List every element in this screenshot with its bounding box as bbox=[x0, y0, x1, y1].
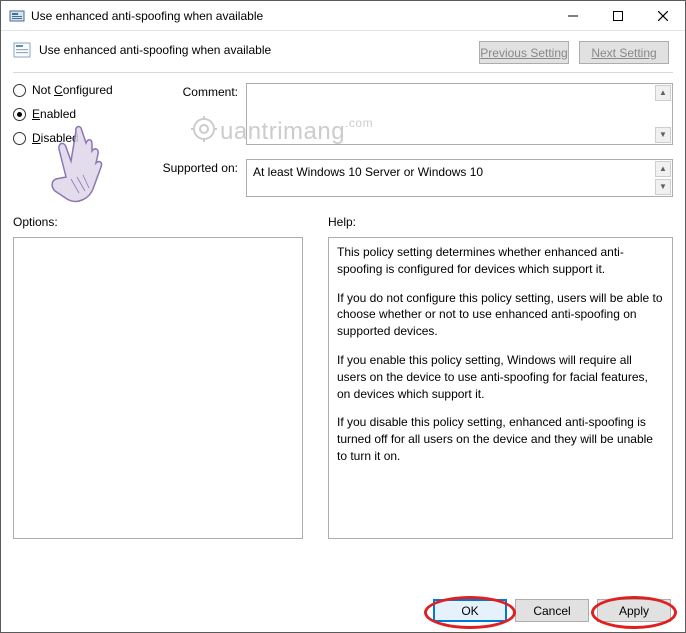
radio-label: Not Configured bbox=[32, 83, 113, 97]
radio-icon bbox=[13, 108, 26, 121]
radio-icon bbox=[13, 132, 26, 145]
supported-textarea: At least Windows 10 Server or Windows 10… bbox=[246, 159, 673, 197]
help-paragraph: If you enable this policy setting, Windo… bbox=[337, 352, 664, 402]
ok-button[interactable]: OK bbox=[433, 599, 507, 622]
maximize-button[interactable] bbox=[595, 1, 640, 31]
next-setting-button[interactable]: Next Setting bbox=[579, 41, 669, 64]
minimize-button[interactable] bbox=[550, 1, 595, 31]
help-paragraph: If you do not configure this policy sett… bbox=[337, 290, 664, 340]
comment-label: Comment: bbox=[158, 83, 238, 145]
options-box bbox=[13, 237, 303, 539]
scroll-down-icon[interactable]: ▼ bbox=[655, 127, 671, 143]
help-paragraph: This policy setting determines whether e… bbox=[337, 244, 664, 278]
help-label: Help: bbox=[328, 215, 673, 229]
radio-label: Enabled bbox=[32, 107, 76, 121]
radio-enabled[interactable]: Enabled bbox=[13, 107, 148, 121]
options-label: Options: bbox=[13, 215, 303, 229]
policy-icon bbox=[13, 41, 31, 59]
scroll-up-icon[interactable]: ▲ bbox=[655, 161, 671, 177]
titlebar: Use enhanced anti-spoofing when availabl… bbox=[1, 1, 685, 31]
help-paragraph: If you disable this policy setting, enha… bbox=[337, 414, 664, 464]
scroll-down-icon[interactable]: ▼ bbox=[655, 179, 671, 195]
close-button[interactable] bbox=[640, 1, 685, 31]
policy-title: Use enhanced anti-spoofing when availabl… bbox=[39, 43, 467, 57]
window-title: Use enhanced anti-spoofing when availabl… bbox=[31, 9, 550, 23]
help-box: This policy setting determines whether e… bbox=[328, 237, 673, 539]
dialog-buttons: OK Cancel Apply bbox=[433, 599, 671, 622]
radio-not-configured[interactable]: Not Configured bbox=[13, 83, 148, 97]
apply-button[interactable]: Apply bbox=[597, 599, 671, 622]
radio-icon bbox=[13, 84, 26, 97]
radio-label: Disabled bbox=[32, 131, 79, 145]
divider bbox=[13, 72, 673, 73]
radio-disabled[interactable]: Disabled bbox=[13, 131, 148, 145]
previous-setting-button[interactable]: Previous Setting bbox=[479, 41, 569, 64]
supported-label: Supported on: bbox=[158, 159, 238, 197]
scroll-up-icon[interactable]: ▲ bbox=[655, 85, 671, 101]
cancel-button[interactable]: Cancel bbox=[515, 599, 589, 622]
app-icon bbox=[9, 8, 25, 24]
policy-editor-window: Use enhanced anti-spoofing when availabl… bbox=[0, 0, 686, 633]
comment-textarea[interactable]: ▲ ▼ bbox=[246, 83, 673, 145]
